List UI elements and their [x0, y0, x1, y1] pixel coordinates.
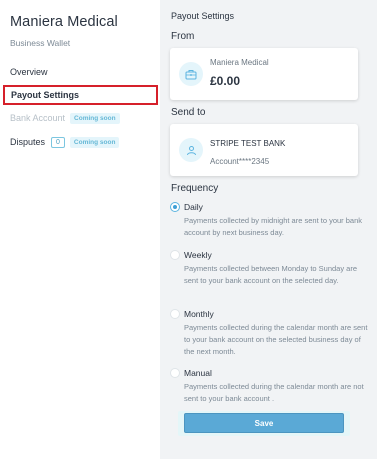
sidebar: Maniera Medical Business Wallet Overview…	[0, 0, 160, 459]
radio-weekly[interactable]	[170, 250, 180, 260]
save-button[interactable]: Save	[184, 413, 344, 433]
sidebar-item-payout-settings[interactable]: Payout Settings	[3, 85, 158, 105]
disputes-count-badge: 0	[51, 136, 65, 148]
sendto-card: STRIPE TEST BANK Account****2345	[170, 124, 358, 176]
save-button-container: Save	[178, 411, 350, 436]
sidebar-item-label: Bank Account	[10, 113, 66, 123]
bank-name: STRIPE TEST BANK	[210, 139, 286, 148]
option-description: Payments collected during the calendar m…	[184, 382, 364, 403]
option-description: Payments collected between Monday to Sun…	[184, 264, 358, 285]
from-card: Maniera Medical £0.00	[170, 48, 358, 100]
from-balance: £0.00	[210, 74, 241, 88]
sendto-label: Send to	[171, 107, 206, 118]
radio-manual[interactable]	[170, 368, 180, 378]
coming-soon-badge: Coming soon	[70, 112, 120, 124]
frequency-label: Frequency	[171, 183, 219, 194]
radio-daily[interactable]	[170, 202, 180, 212]
sidebar-item-label: Payout Settings	[11, 90, 80, 100]
business-subtitle: Business Wallet	[10, 38, 71, 48]
business-name: Maniera Medical	[10, 14, 118, 30]
sidebar-item-label: Overview	[10, 67, 48, 77]
wallet-icon	[179, 62, 203, 86]
option-title: Daily	[184, 202, 203, 212]
sidebar-item-bank-account: Bank Account Coming soon	[0, 108, 160, 128]
option-title: Manual	[184, 368, 212, 378]
from-account-name: Maniera Medical	[210, 58, 269, 67]
option-description: Payments collected during the calendar m…	[184, 323, 368, 356]
radio-monthly[interactable]	[170, 309, 180, 319]
sidebar-item-label: Disputes	[10, 137, 46, 147]
sidebar-item-overview[interactable]: Overview	[0, 62, 160, 82]
option-title: Weekly	[184, 250, 212, 260]
sidebar-item-disputes[interactable]: Disputes 0 Coming soon	[0, 132, 160, 152]
from-label: From	[171, 31, 195, 42]
bank-person-icon	[179, 138, 203, 162]
option-title: Monthly	[184, 309, 214, 319]
page-title: Payout Settings	[171, 11, 235, 21]
coming-soon-badge: Coming soon	[69, 136, 120, 148]
main-panel: Payout Settings From Maniera Medical £0.…	[160, 0, 377, 459]
option-description: Payments collected by midnight are sent …	[184, 216, 363, 237]
bank-account-number: Account****2345	[210, 157, 270, 166]
